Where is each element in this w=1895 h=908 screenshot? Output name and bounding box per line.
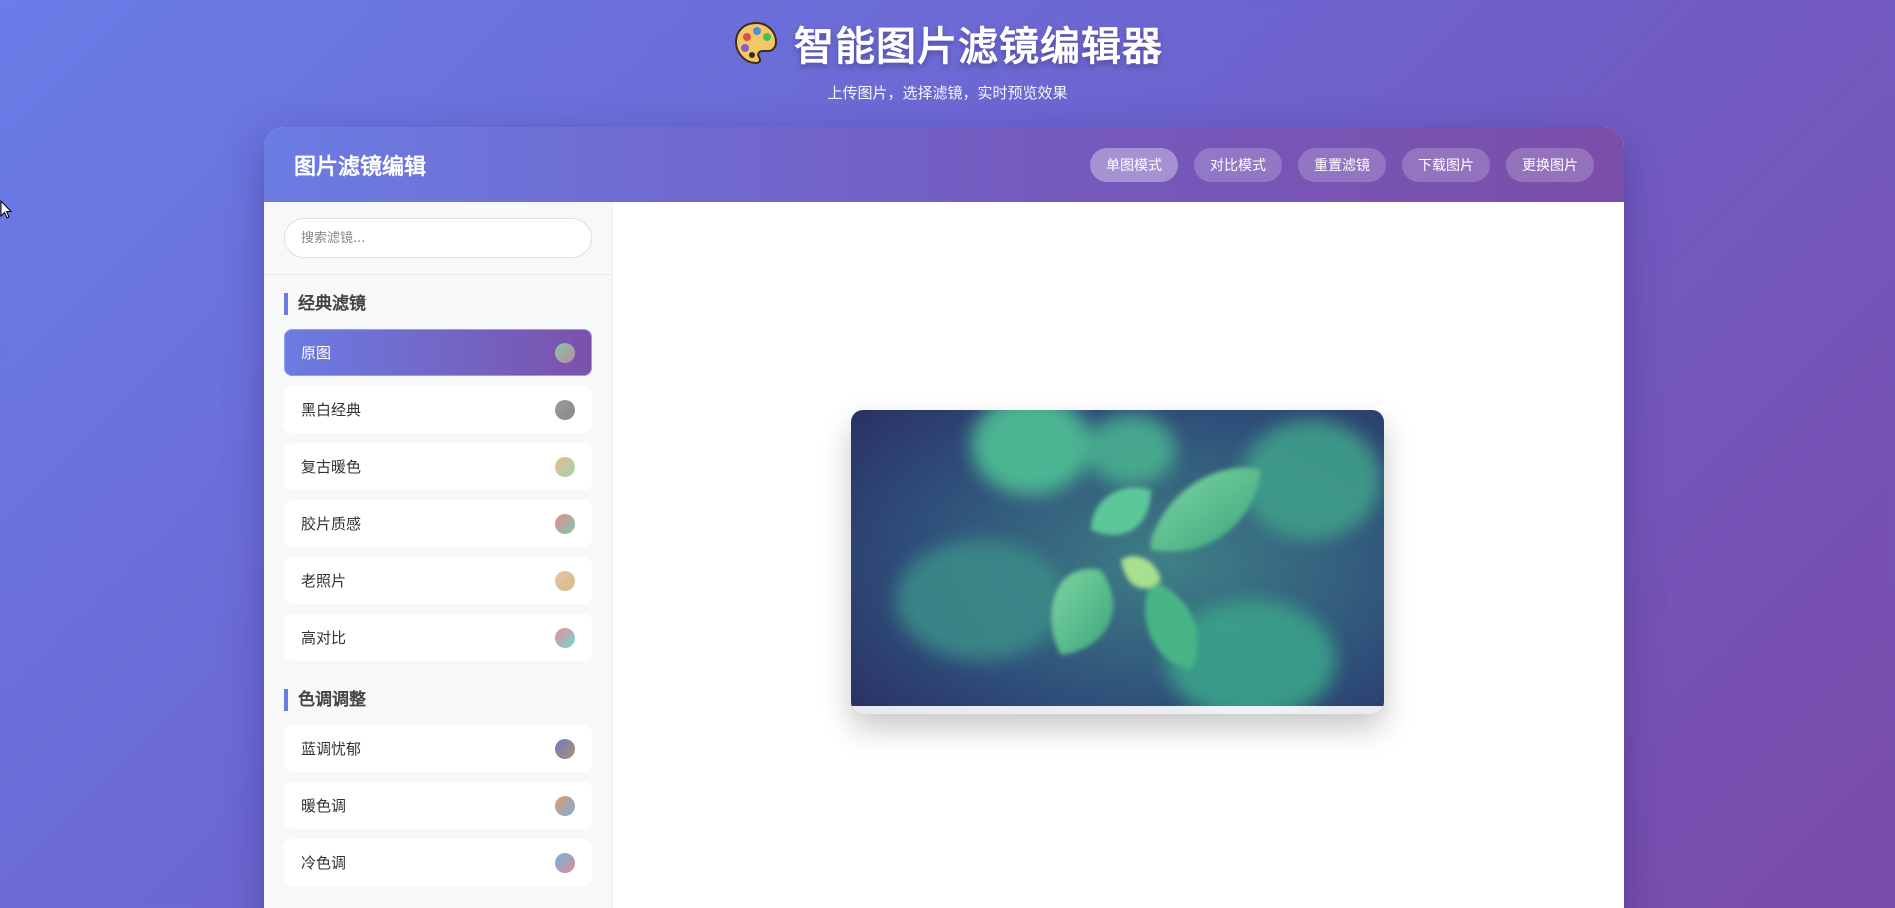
filter-sidebar: 经典滤镜 原图 黑白经典 复古暖色 胶片质感 老 — [264, 202, 627, 908]
filter-item-retro-warm[interactable]: 复古暖色 — [284, 443, 592, 490]
filter-item-label: 原图 — [301, 344, 332, 362]
preview-area — [613, 202, 1624, 908]
filter-item-label: 老照片 — [301, 572, 347, 590]
reset-filter-button[interactable]: 重置滤镜 — [1298, 147, 1386, 182]
filter-item-label: 高对比 — [301, 629, 347, 647]
palette-icon — [732, 19, 780, 67]
search-wrap — [264, 202, 612, 275]
editor-card: 图片滤镜编辑 单图模式 对比模式 重置滤镜 下载图片 更换图片 经典滤镜 原图 … — [264, 127, 1624, 908]
filter-swatch-icon — [555, 342, 575, 363]
filter-item-film[interactable]: 胶片质感 — [284, 500, 592, 547]
section-title-tone: 色调调整 — [284, 689, 592, 711]
filter-item-label: 胶片质感 — [301, 515, 362, 533]
filter-swatch-icon — [555, 738, 575, 759]
filter-item-label: 复古暖色 — [301, 458, 362, 476]
app-subtitle: 上传图片，选择滤镜，实时预览效果 — [827, 84, 1068, 102]
filter-item-label: 黑白经典 — [301, 401, 362, 419]
editor-body: 经典滤镜 原图 黑白经典 复古暖色 胶片质感 老 — [264, 202, 1624, 908]
filter-item-cool-tone[interactable]: 冷色调 — [284, 839, 592, 886]
section-title-classic: 经典滤镜 — [284, 293, 592, 315]
compare-mode-button[interactable]: 对比模式 — [1194, 147, 1282, 182]
filter-swatch-icon — [555, 795, 575, 816]
filter-item-label: 冷色调 — [301, 854, 347, 872]
filter-item-warm-tone[interactable]: 暖色调 — [284, 782, 592, 829]
editor-header: 图片滤镜编辑 单图模式 对比模式 重置滤镜 下载图片 更换图片 — [264, 127, 1624, 202]
filter-item-label: 暖色调 — [301, 797, 347, 815]
filter-item-bw-classic[interactable]: 黑白经典 — [284, 386, 592, 433]
filter-swatch-icon — [555, 456, 575, 477]
filter-swatch-icon — [555, 513, 575, 534]
editor-toolbar: 单图模式 对比模式 重置滤镜 下载图片 更换图片 — [1090, 147, 1594, 182]
filter-search-input[interactable] — [284, 218, 592, 258]
download-image-button[interactable]: 下载图片 — [1402, 147, 1490, 182]
app-title: 智能图片滤镜编辑器 — [732, 14, 1163, 72]
filter-list: 经典滤镜 原图 黑白经典 复古暖色 胶片质感 老照片 高对比 色调调整 蓝调忧郁… — [264, 275, 612, 886]
page-header: 智能图片滤镜编辑器 上传图片，选择滤镜，实时预览效果 — [0, 14, 1895, 103]
editor-title: 图片滤镜编辑 — [294, 154, 427, 180]
preview-image — [851, 410, 1384, 714]
filter-swatch-icon — [555, 627, 575, 648]
filter-item-label: 蓝调忧郁 — [301, 740, 362, 758]
mouse-cursor-icon — [0, 199, 13, 220]
single-mode-button[interactable]: 单图模式 — [1090, 147, 1178, 182]
filter-item-high-contrast[interactable]: 高对比 — [284, 614, 592, 661]
app-title-text: 智能图片滤镜编辑器 — [794, 24, 1163, 70]
filter-swatch-icon — [555, 399, 575, 420]
filter-item-old-photo[interactable]: 老照片 — [284, 557, 592, 604]
filter-swatch-icon — [555, 570, 575, 591]
filter-swatch-icon — [555, 852, 575, 873]
mint-leaves-image — [851, 410, 1384, 714]
change-image-button[interactable]: 更换图片 — [1506, 147, 1594, 182]
filter-item-original[interactable]: 原图 — [284, 329, 592, 376]
filter-item-blue-melancholy[interactable]: 蓝调忧郁 — [284, 725, 592, 772]
